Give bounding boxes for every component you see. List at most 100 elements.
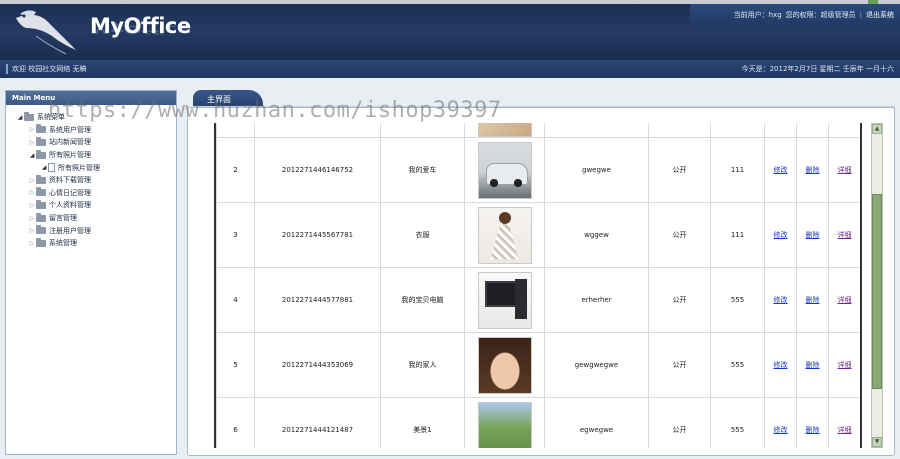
photo-cell (464, 202, 545, 268)
table-cell (764, 123, 797, 138)
action-cell: 修改 (764, 267, 797, 333)
detail-link[interactable]: 详细 (838, 166, 852, 174)
table-cell (648, 123, 711, 138)
row-number: 2 (216, 137, 255, 203)
expand-arrow-icon[interactable]: ▷ (28, 215, 36, 222)
edit-link[interactable]: 修改 (774, 426, 788, 434)
table-row: 6 2012271444121487 美景1 egwegwe 公开 555 修改 删除 详细 (216, 397, 860, 448)
photo-status: 公开 (648, 202, 711, 268)
photo-owner: wggew (544, 202, 649, 268)
photo-thumbnail[interactable] (477, 336, 532, 394)
photo-title: 我的家人 (380, 332, 465, 398)
sidebar-item-photos[interactable]: ◢ 所有照片管理 (16, 149, 176, 162)
photo-code: 2012271446146752 (254, 137, 381, 203)
sidebar-item-downloads[interactable]: ▷ 资料下载管理 (16, 174, 176, 187)
tree-root[interactable]: ◢ 系统菜单 (16, 111, 176, 124)
expand-arrow-icon[interactable]: ▷ (28, 240, 36, 247)
delete-link[interactable]: 删除 (806, 296, 820, 304)
action-cell: 删除 (796, 202, 829, 268)
table-cell (828, 123, 860, 138)
menu-tree: ◢ 系统菜单 ▷ 系统用户管理 ▷ 站内新闻管理 ◢ 所有照片管理 ◢ 所有照片… (6, 105, 176, 250)
photo-table-container: 2 2012271446146752 我的爱车 gwegwe 公开 111 修改 删除 详细 3 2… (214, 123, 862, 448)
table-row: 2 2012271446146752 我的爱车 gwegwe 公开 111 修改 删除 详细 (216, 137, 860, 203)
table-cell (544, 123, 649, 138)
scrollbar-thumb[interactable] (872, 194, 882, 389)
photo-views: 555 (710, 397, 765, 448)
edit-link[interactable]: 修改 (774, 296, 788, 304)
photo-status: 公开 (648, 397, 711, 448)
sidebar-item-label: 资料下载管理 (49, 176, 91, 185)
collapse-arrow-icon[interactable]: ◢ (16, 114, 24, 121)
edit-link[interactable]: 修改 (774, 166, 788, 174)
tab-main[interactable]: 主界面 (193, 90, 263, 107)
sidebar-item-system-users[interactable]: ▷ 系统用户管理 (16, 124, 176, 137)
expand-arrow-icon[interactable]: ▷ (28, 202, 36, 209)
photo-status: 公开 (648, 332, 711, 398)
date-text: 今天是：2012年2月7日 星期二 壬辰年 一月十六 (741, 65, 894, 73)
expand-arrow-icon[interactable]: ▷ (28, 189, 36, 196)
action-cell: 修改 (764, 137, 797, 203)
sidebar-item-registered-users[interactable]: ▷ 注册用户管理 (16, 224, 176, 237)
table-row: 5 2012271444353069 我的家人 gewgwegwe 公开 555 修改 删除 详… (216, 332, 860, 398)
sidebar-item-news[interactable]: ▷ 站内新闻管理 (16, 136, 176, 149)
action-cell: 详细 (828, 267, 860, 333)
delete-link[interactable]: 删除 (806, 426, 820, 434)
photo-thumbnail[interactable] (477, 401, 532, 448)
photo-thumbnail[interactable] (477, 141, 532, 199)
table-cell (254, 123, 381, 138)
expand-arrow-icon[interactable]: ▷ (28, 126, 36, 133)
photo-code: 2012271444353069 (254, 332, 381, 398)
scroll-down-icon[interactable]: ▼ (872, 437, 882, 447)
row-number: 6 (216, 397, 255, 448)
photo-thumbnail[interactable] (477, 123, 532, 137)
app-logo-reflection: MyOffice (90, 22, 191, 36)
sidebar-item-all-photos[interactable]: ◢ 所有照片管理 (16, 161, 176, 174)
folder-icon (36, 212, 46, 222)
detail-link[interactable]: 详细 (838, 361, 852, 369)
table-cell (796, 123, 829, 138)
collapse-arrow-icon[interactable]: ◢ (28, 152, 36, 159)
sidebar-item-messages[interactable]: ▷ 留言管理 (16, 212, 176, 225)
action-cell: 修改 (764, 332, 797, 398)
sidebar-item-profile[interactable]: ▷ 个人资料管理 (16, 199, 176, 212)
user-panel: 当前用户：hxg 您的权限：超级管理员 | 退出系统 (690, 4, 900, 26)
photo-owner: erherher (544, 267, 649, 333)
vertical-scrollbar[interactable]: ▲ ▼ (871, 123, 883, 448)
edit-link[interactable]: 修改 (774, 231, 788, 239)
photo-title: 衣服 (380, 202, 465, 268)
table-body: 2 2012271446146752 我的爱车 gwegwe 公开 111 修改 删除 详细 3 2… (216, 137, 860, 448)
table-row: 4 2012271444577881 我的宝贝电脑 erherher 公开 555 修改 删除… (216, 267, 860, 333)
table-cell (464, 123, 545, 138)
photo-views: 111 (710, 137, 765, 203)
action-cell: 删除 (796, 332, 829, 398)
detail-link[interactable]: 详细 (838, 426, 852, 434)
expand-arrow-icon[interactable]: ▷ (28, 177, 36, 184)
folder-icon (36, 124, 46, 134)
delete-link[interactable]: 删除 (806, 231, 820, 239)
photo-status: 公开 (648, 267, 711, 333)
folder-icon (24, 111, 34, 121)
logout-link[interactable]: 退出系统 (866, 10, 894, 20)
photo-thumbnail[interactable] (477, 271, 532, 329)
scroll-up-icon[interactable]: ▲ (872, 124, 882, 134)
collapse-arrow-icon: ◢ (41, 164, 47, 172)
detail-link[interactable]: 详细 (838, 231, 852, 239)
sidebar-item-system[interactable]: ▷ 系统管理 (16, 237, 176, 250)
sidebar-title: Main Menu (6, 91, 176, 105)
detail-link[interactable]: 详细 (838, 296, 852, 304)
action-cell: 详细 (828, 332, 860, 398)
delete-link[interactable]: 删除 (806, 361, 820, 369)
expand-arrow-icon[interactable]: ▷ (28, 227, 36, 234)
expand-arrow-icon[interactable]: ▷ (28, 139, 36, 146)
divider: | (859, 11, 862, 19)
delete-link[interactable]: 删除 (806, 166, 820, 174)
table-cell (710, 123, 765, 138)
sidebar-item-label: 留言管理 (49, 214, 77, 223)
photo-table: 2 2012271446146752 我的爱车 gwegwe 公开 111 修改 删除 详细 3 2… (216, 123, 860, 448)
photo-thumbnail[interactable] (477, 206, 532, 264)
sidebar-item-diary[interactable]: ▷ 心情日记管理 (16, 187, 176, 200)
info-bar: 欢迎 校园社交网络 无稿 今天是：2012年2月7日 星期二 壬辰年 一月十六 (0, 60, 900, 78)
photo-title: 我的宝贝电脑 (380, 267, 465, 333)
edit-link[interactable]: 修改 (774, 361, 788, 369)
table-cell (380, 123, 465, 138)
